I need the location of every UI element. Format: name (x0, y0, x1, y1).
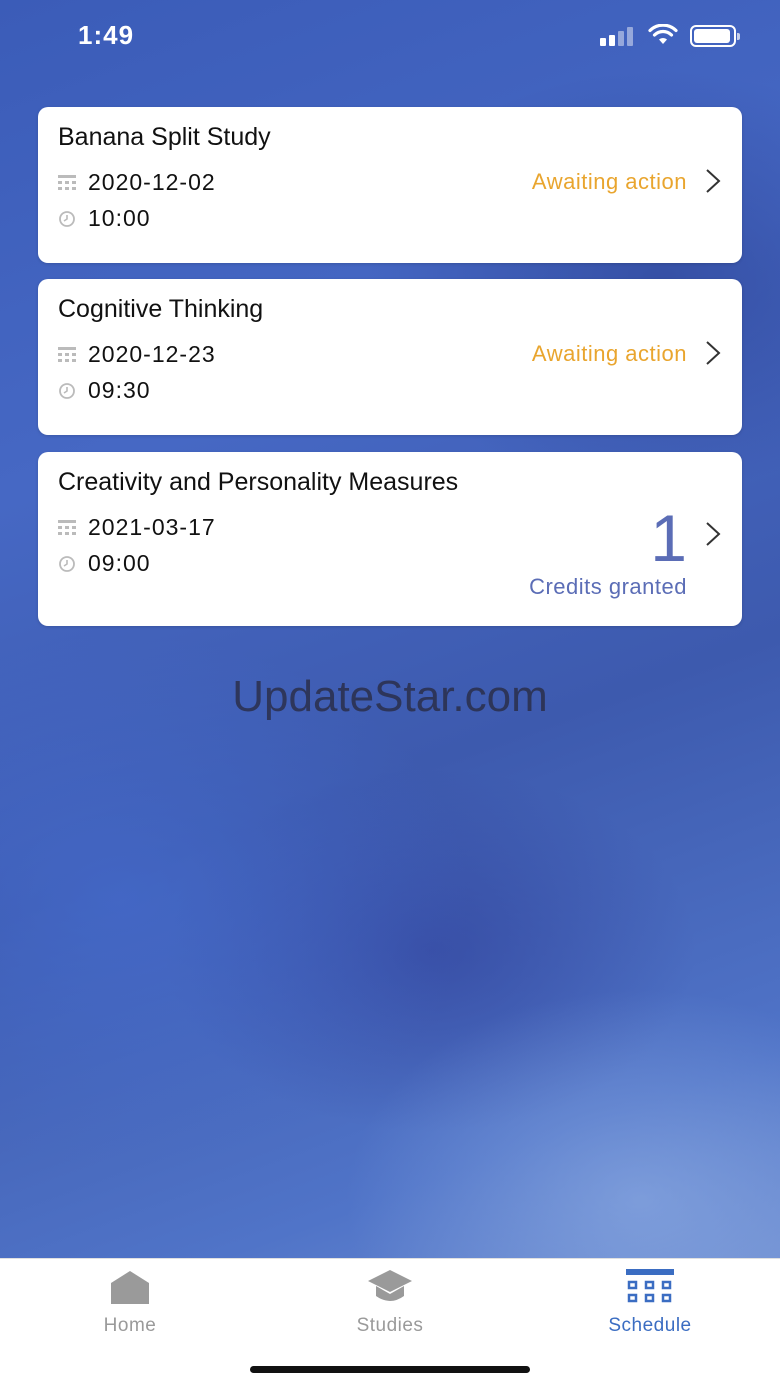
study-time: 09:30 (88, 377, 151, 403)
study-card[interactable]: Banana Split Study 2020-12-02 10:00 Awai… (38, 107, 742, 263)
study-title: Banana Split Study (58, 123, 271, 151)
study-date-row: 2020-12-23 (58, 341, 216, 368)
study-time-row: 09:30 (58, 377, 151, 404)
chevron-right-icon[interactable] (704, 167, 722, 195)
study-date: 2020-12-23 (88, 341, 216, 367)
study-time-row: 09:00 (58, 550, 151, 577)
home-indicator (250, 1366, 530, 1373)
calendar-icon (58, 519, 76, 537)
battery-icon (690, 25, 740, 47)
home-icon (109, 1267, 151, 1307)
credits-count: 1 (650, 501, 687, 575)
study-date-row: 2021-03-17 (58, 514, 216, 541)
graduation-cap-icon (366, 1267, 414, 1307)
watermark: UpdateStar.com (232, 672, 548, 721)
clock-icon (58, 555, 76, 573)
clock-icon (58, 210, 76, 228)
credits-label: Credits granted (529, 574, 687, 599)
chevron-right-icon[interactable] (704, 520, 722, 548)
status-label: Awaiting action (531, 341, 687, 366)
study-time-row: 10:00 (58, 205, 151, 232)
clock-icon (58, 382, 76, 400)
tab-schedule[interactable]: Schedule (520, 1259, 780, 1349)
tab-label: Schedule (608, 1315, 692, 1336)
study-date: 2020-12-02 (88, 169, 216, 195)
tab-label: Studies (356, 1315, 424, 1336)
status-label: Awaiting action (531, 169, 687, 194)
wifi-icon (648, 24, 678, 44)
study-time: 10:00 (88, 205, 151, 231)
study-title: Cognitive Thinking (58, 295, 264, 323)
study-card[interactable]: Cognitive Thinking 2020-12-23 09:30 Awai… (38, 279, 742, 435)
tab-home[interactable]: Home (0, 1259, 260, 1349)
chevron-right-icon[interactable] (704, 339, 722, 367)
study-date: 2021-03-17 (88, 514, 216, 540)
tab-label: Home (103, 1315, 157, 1336)
study-title: Creativity and Personality Measures (58, 468, 459, 496)
status-bar: 1:49 (0, 0, 780, 70)
study-date-row: 2020-12-02 (58, 169, 216, 196)
calendar-icon (626, 1267, 674, 1307)
status-time: 1:49 (78, 20, 135, 50)
study-time: 09:00 (88, 550, 151, 576)
calendar-icon (58, 346, 76, 364)
tab-studies[interactable]: Studies (260, 1259, 520, 1349)
cellular-signal-icon (600, 26, 636, 46)
study-card[interactable]: Creativity and Personality Measures 2021… (38, 452, 742, 626)
calendar-icon (58, 174, 76, 192)
